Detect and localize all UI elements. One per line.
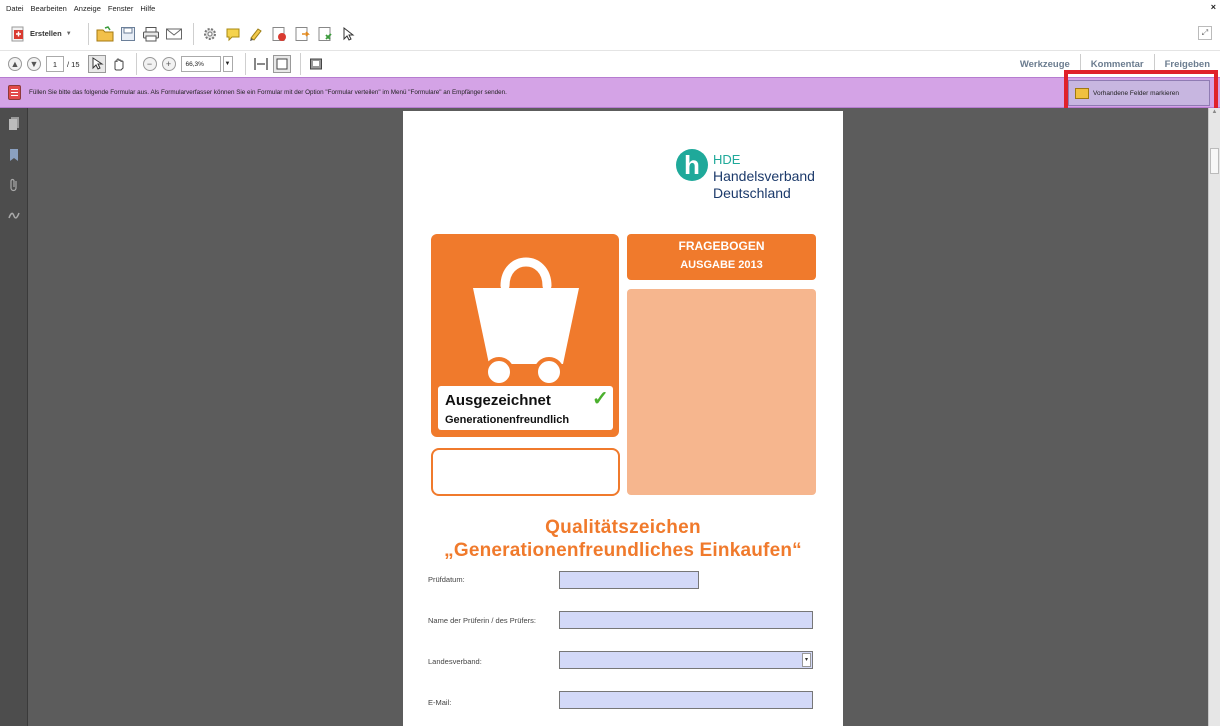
vertical-scrollbar[interactable]: ▲	[1208, 108, 1220, 726]
close-document-icon[interactable]: ×	[1211, 2, 1216, 12]
full-screen-icon[interactable]	[307, 55, 325, 73]
chevron-down-icon: ▼	[65, 30, 72, 37]
create-button[interactable]: Erstellen ▼	[10, 26, 72, 42]
document-title-line-1: Qualitätszeichen	[545, 517, 701, 538]
award-title: Ausgezeichnet	[445, 392, 551, 409]
form-message-text: Füllen Sie bitte das folgende Formular a…	[29, 89, 507, 96]
create-label: Erstellen	[30, 29, 62, 38]
email-icon[interactable]	[164, 24, 184, 44]
toolbar-divider	[87, 22, 89, 45]
toolbar-divider	[135, 53, 137, 75]
page-total: / 15	[67, 59, 80, 69]
previous-page-icon[interactable]: ▲	[8, 57, 22, 71]
zoom-dropdown-icon[interactable]: ▼	[222, 56, 233, 72]
scroll-up-icon[interactable]: ▲	[1210, 109, 1219, 118]
peach-placeholder-box	[627, 289, 816, 495]
attachments-paperclip-icon[interactable]	[8, 178, 20, 192]
hde-logo: h	[676, 149, 708, 181]
pdf-document-icon[interactable]	[269, 24, 289, 44]
page-number-input[interactable]: 1	[46, 56, 64, 72]
form-document-icon	[8, 85, 21, 100]
hde-line-2: Handelsverband	[713, 168, 815, 184]
comment-bubble-icon[interactable]	[223, 24, 243, 44]
menu-datei[interactable]: Datei	[6, 4, 24, 13]
navigation-toolbar: ▲ ▼ 1 / 15 − + 66,3% ▼ Werkzeuge Komment…	[0, 51, 1220, 77]
award-subtitle: Generationenfreundlich	[445, 414, 570, 426]
field-label-name: Name der Prüferin / des Prüfers:	[428, 616, 536, 625]
save-icon[interactable]	[118, 24, 138, 44]
select-cursor-icon[interactable]	[338, 24, 358, 44]
pdf-page: h HDE Handelsverband Deutschland Ausgeze…	[403, 111, 843, 726]
shopping-bag-icon	[473, 257, 579, 387]
scrollbar-thumb[interactable]	[1210, 148, 1219, 174]
bookmarks-panel-icon[interactable]	[8, 148, 20, 162]
hde-abbreviation: HDE	[713, 152, 741, 167]
field-label-email: E-Mail:	[428, 698, 452, 707]
menu-bearbeiten[interactable]: Bearbeiten	[31, 4, 67, 13]
pages-panel-icon[interactable]	[8, 116, 20, 130]
print-icon[interactable]	[141, 24, 161, 44]
sign-document-icon[interactable]	[315, 24, 335, 44]
document-title-line-2: „Generationenfreundliches Einkaufen“	[444, 540, 802, 561]
toolbar-divider	[299, 53, 301, 75]
name-field[interactable]	[559, 611, 813, 629]
zoom-out-icon[interactable]: −	[142, 57, 157, 71]
export-document-icon[interactable]	[292, 24, 312, 44]
field-label-landesverband: Landesverband:	[428, 657, 482, 666]
toolbar-divider	[192, 22, 194, 45]
questionnaire-title: FRAGEBOGEN	[678, 239, 765, 253]
menu-bar: Datei Bearbeiten Anzeige Fenster Hilfe ×	[0, 0, 1220, 17]
settings-gear-icon[interactable]	[200, 24, 220, 44]
questionnaire-header: FRAGEBOGEN AUSGABE 2013	[627, 234, 816, 280]
highlight-marker-icon[interactable]	[246, 24, 266, 44]
hde-wordmark: HDE Handelsverband Deutschland	[713, 151, 815, 202]
open-folder-icon[interactable]	[95, 24, 115, 44]
menu-hilfe[interactable]: Hilfe	[140, 4, 155, 13]
menu-fenster[interactable]: Fenster	[108, 4, 133, 13]
pruefdatum-field[interactable]	[559, 571, 699, 589]
check-icon: ✓	[592, 388, 609, 410]
expand-window-icon[interactable]: ⤢	[1198, 26, 1212, 40]
zoom-input[interactable]: 66,3%	[180, 56, 221, 72]
empty-orange-box	[431, 448, 620, 496]
toolbar-divider	[244, 53, 246, 75]
questionnaire-edition: AUSGABE 2013	[680, 259, 763, 271]
email-field[interactable]	[559, 691, 813, 709]
award-card: Ausgezeichnet ✓ Generationenfreundlich	[431, 234, 619, 437]
main-toolbar: Erstellen ▼ ⤢	[0, 17, 1220, 51]
hand-tool-icon[interactable]	[109, 55, 127, 73]
zoom-in-icon[interactable]: +	[161, 57, 176, 71]
field-label-pruefdatum: Prüfdatum:	[428, 575, 465, 584]
menu-anzeige[interactable]: Anzeige	[74, 4, 101, 13]
landesverband-dropdown[interactable]: ▾	[559, 651, 813, 669]
form-message-bar: Füllen Sie bitte das folgende Formular a…	[0, 77, 1220, 108]
create-pdf-icon	[10, 26, 26, 42]
left-navigation-panel	[0, 108, 28, 726]
signatures-panel-icon[interactable]	[8, 208, 20, 222]
fit-page-icon[interactable]	[272, 55, 291, 73]
fit-width-icon[interactable]	[252, 55, 270, 73]
hde-line-3: Deutschland	[713, 185, 791, 201]
next-page-icon[interactable]: ▼	[27, 57, 41, 71]
award-label: Ausgezeichnet ✓ Generationenfreundlich	[438, 386, 613, 430]
dropdown-arrow-icon[interactable]: ▾	[802, 653, 811, 667]
select-tool-icon[interactable]	[87, 55, 106, 73]
